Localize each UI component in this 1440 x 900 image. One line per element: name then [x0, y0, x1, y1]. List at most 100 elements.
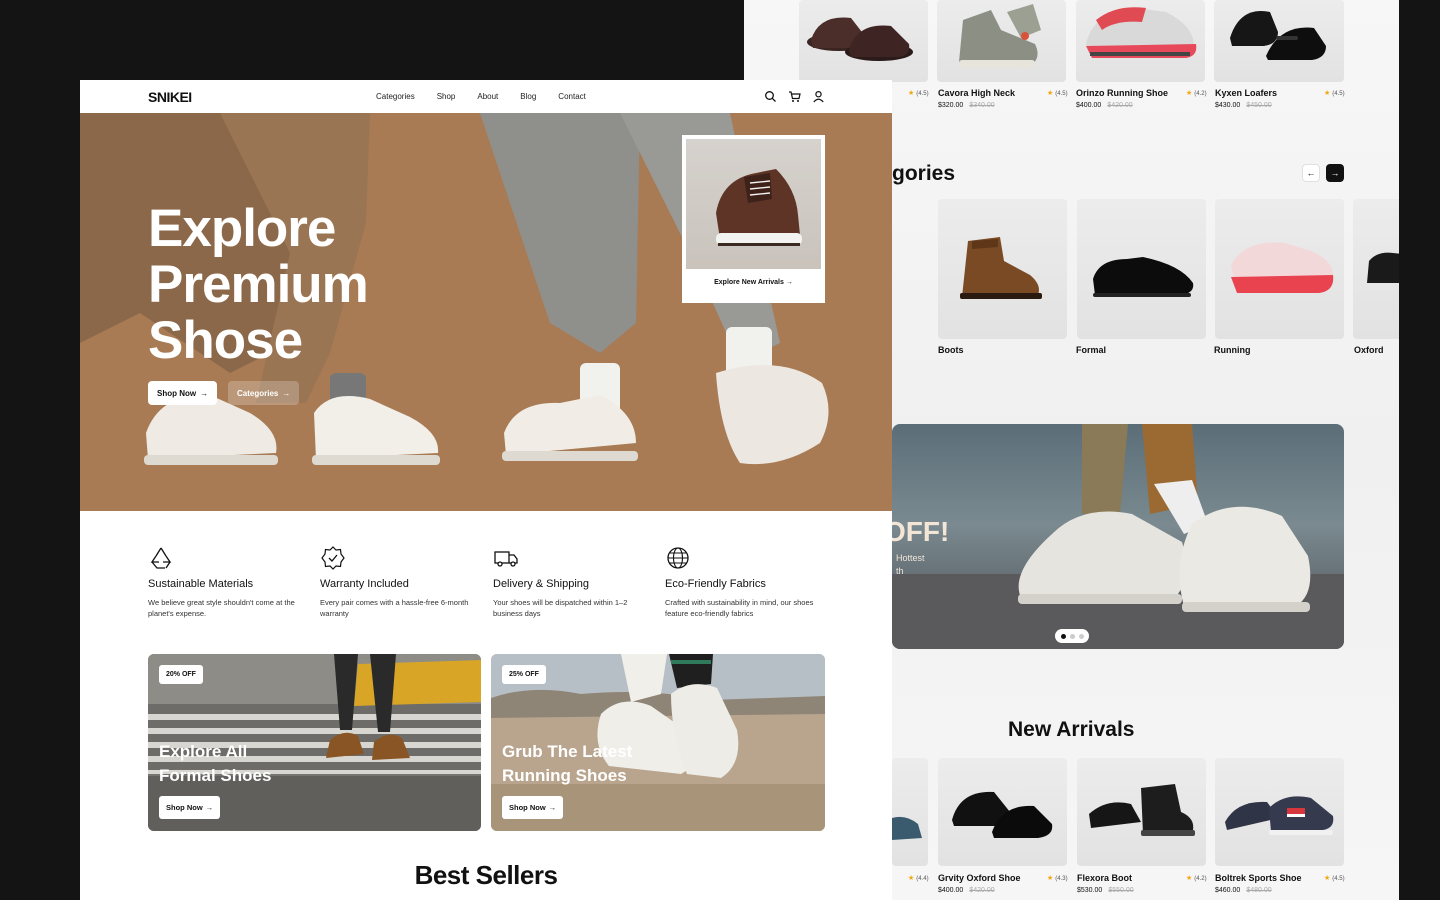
discount-badge: 20% OFF [159, 665, 203, 684]
product-price: $400.00 $420.00 [938, 887, 995, 894]
feature-item: Sustainable Materials We believe great s… [148, 545, 308, 619]
carousel-dots[interactable] [1055, 629, 1089, 643]
brown-sneaker-image [686, 139, 821, 269]
black-boot-image [1089, 784, 1195, 836]
feature-item: Warranty Included Every pair comes with … [320, 545, 480, 619]
new-arrivals-heading: New Arrivals [1008, 718, 1135, 741]
product-rating: ★ (4.2) [1186, 875, 1207, 882]
product-price: $430.00 $450.00 [1215, 102, 1272, 109]
product-rating: ★ (4.4) [908, 875, 929, 882]
search-icon[interactable] [764, 90, 777, 103]
boot-image [960, 237, 1042, 299]
product-rating: ★ (4.5) [1324, 90, 1345, 97]
carousel-next-button[interactable]: → [1326, 164, 1344, 182]
promo-shop-now-button[interactable]: Shop Now → [502, 796, 564, 819]
product-tile[interactable] [1214, 0, 1344, 82]
nav-link-contact[interactable]: Contact [558, 92, 586, 101]
nav-link-categories[interactable]: Categories [376, 92, 415, 101]
product-price: $320.00 $340.00 [938, 102, 995, 109]
product-rating: ★ (4.5) [1047, 90, 1068, 97]
sale-banner[interactable]: OFF! Hottest th [892, 424, 1344, 649]
feature-item: Eco-Friendly Fabrics Crafted with sustai… [665, 545, 825, 619]
category-label[interactable]: Formal [1076, 345, 1106, 355]
promo-shop-now-button[interactable]: Shop Now → [159, 796, 221, 819]
product-price: $460.00 $480.00 [1215, 887, 1272, 894]
category-label[interactable]: Running [1214, 345, 1251, 355]
cart-icon[interactable] [788, 90, 801, 103]
category-label[interactable]: Oxford [1354, 345, 1384, 355]
arrow-right-icon: → [205, 803, 214, 812]
oxford-category-image [1367, 252, 1399, 283]
product-rating: ★ (4.5) [908, 90, 929, 97]
product-tile[interactable] [1076, 0, 1205, 82]
category-tile-running[interactable] [1215, 199, 1344, 339]
product-name[interactable]: Grvity Oxford Shoe [938, 873, 1021, 883]
loafers-image [1230, 11, 1326, 60]
globe-leaf-icon [667, 547, 689, 569]
product-tile[interactable] [892, 758, 928, 866]
categories-button[interactable]: Categories → [228, 381, 300, 405]
carousel-prev-button[interactable]: ← [1302, 164, 1320, 182]
product-price: $400.00 $420.00 [1076, 102, 1133, 109]
product-rating: ★ (4.2) [1186, 90, 1207, 97]
category-label[interactable]: Boots [938, 345, 964, 355]
hero-banner: Explore Premium Shose Shop Now → Categori… [80, 113, 892, 511]
promo-title: Grub The Latest Running Shoes [502, 742, 633, 785]
sneakers-street-image [892, 424, 1344, 649]
product-price: $530.00 $550.00 [1077, 887, 1134, 894]
arrow-right-icon: → [548, 803, 557, 812]
sale-headline: OFF! [892, 516, 950, 547]
new-arrivals-card[interactable]: Explore New Arrivals → [682, 135, 825, 303]
categories-heading: gories [892, 162, 956, 185]
product-name[interactable]: Flexora Boot [1077, 873, 1132, 883]
recycle-icon [150, 547, 172, 569]
oxford-shoes-image [807, 17, 913, 61]
main-menu: Categories Shop About Blog Contact [376, 92, 586, 101]
explore-new-arrivals-link[interactable]: Explore New Arrivals → [682, 279, 825, 286]
oxford-black-image [952, 791, 1053, 838]
category-tile-formal[interactable] [1077, 199, 1206, 339]
promo-title: Explore All Formal Shoes [159, 742, 272, 785]
best-sellers-heading: Best Sellers [414, 860, 558, 890]
arrow-right-icon: → [785, 279, 793, 286]
arrow-right-icon: → [200, 388, 209, 398]
truck-icon [494, 551, 518, 567]
product-name[interactable]: Cavora High Neck [938, 88, 1015, 98]
nav-link-blog[interactable]: Blog [520, 92, 536, 101]
product-name[interactable]: Orinzo Running Shoe [1076, 88, 1168, 98]
brand-logo[interactable]: SNIKEI [148, 89, 192, 105]
shop-now-button[interactable]: Shop Now → [148, 381, 218, 405]
nav-link-shop[interactable]: Shop [437, 92, 456, 101]
nav-link-about[interactable]: About [477, 92, 498, 101]
discount-badge: 25% OFF [502, 665, 546, 684]
product-name[interactable]: Boltrek Sports Shoe [1215, 873, 1302, 883]
promo-card-formal[interactable]: 20% OFF Explore All Formal Shoes Shop Now… [148, 654, 481, 831]
badge-check-icon [321, 546, 345, 570]
features-row: Sustainable Materials We believe great s… [148, 545, 838, 625]
product-tile[interactable] [799, 0, 928, 82]
sneaker-image [892, 816, 922, 840]
arrow-right-icon: → [282, 388, 291, 398]
product-name[interactable]: Kyxen Loafers [1215, 88, 1277, 98]
category-tile-oxford[interactable] [1353, 199, 1399, 339]
sale-subtext: Hottest th [896, 553, 925, 576]
product-tile[interactable] [1215, 758, 1344, 866]
running-category-image [1231, 242, 1334, 293]
promo-card-running[interactable]: 25% OFF Grub The Latest Running Shoes Sho… [491, 654, 825, 831]
formal-shoe-image [1093, 257, 1194, 297]
hero-title: Explore Premium Shose [148, 199, 369, 370]
feature-item: Delivery & Shipping Your shoes will be d… [493, 545, 653, 619]
product-tile[interactable] [938, 758, 1067, 866]
product-rating: ★ (4.5) [1324, 875, 1345, 882]
high-neck-sneaker-image [959, 4, 1041, 68]
landing-page: SNIKEI Categories Shop About Blog Contac… [80, 80, 892, 900]
product-tile[interactable] [937, 0, 1066, 82]
screen: ★ (4.5) Cavora High Neck ★ (4.5) $320.00 $3… [0, 0, 1440, 900]
top-nav: SNIKEI Categories Shop About Blog Contac… [80, 80, 892, 113]
product-rating: ★ (4.3) [1047, 875, 1068, 882]
nav-actions [764, 90, 825, 103]
product-tile[interactable] [1077, 758, 1206, 866]
sports-shoe-image [1225, 796, 1334, 835]
user-icon[interactable] [812, 90, 825, 103]
category-tile-boots[interactable] [938, 199, 1067, 339]
